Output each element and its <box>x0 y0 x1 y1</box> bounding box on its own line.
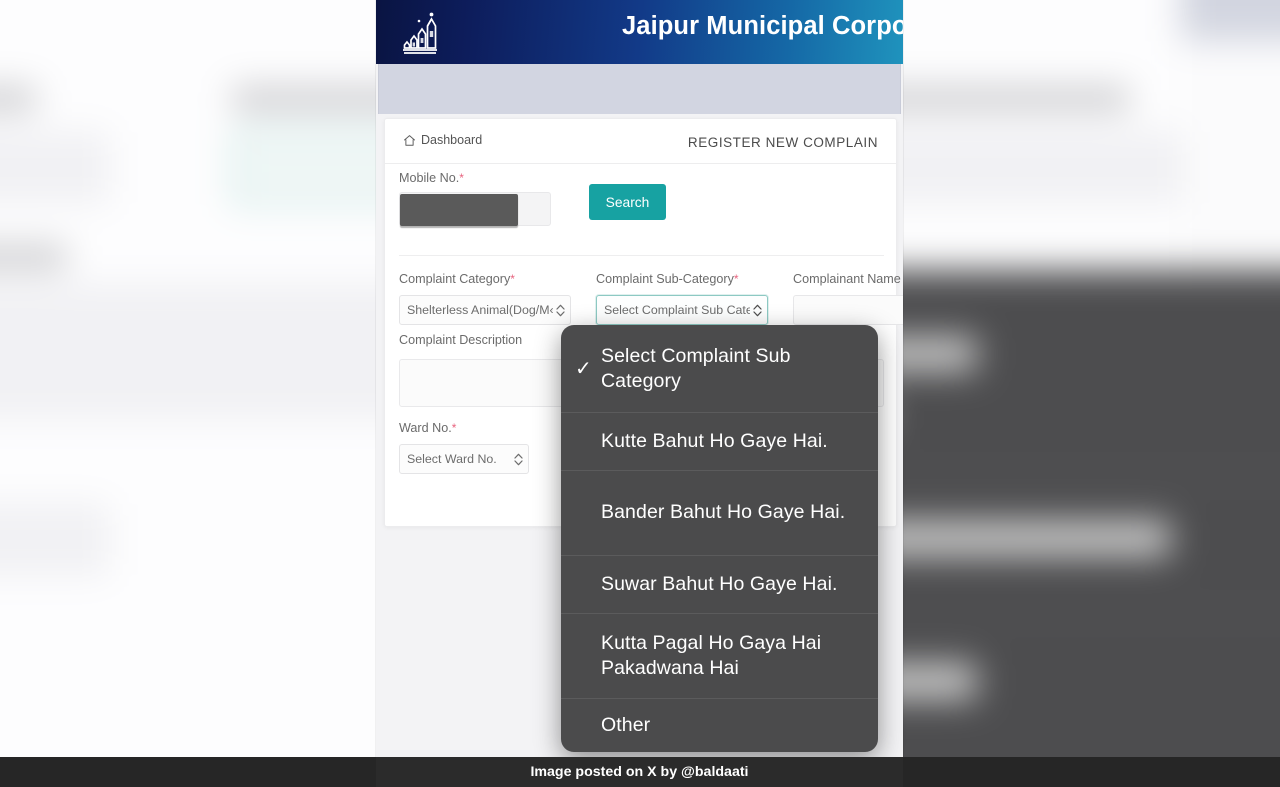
card-divider <box>399 255 884 256</box>
breadcrumb[interactable]: Dashboard <box>403 133 482 147</box>
app-title: Jaipur Municipal Corporation <box>622 12 903 40</box>
dropdown-option-label: Bander Bahut Ho Gaye Hai. <box>601 501 846 523</box>
home-icon <box>403 134 416 147</box>
dropdown-option-label: Select Complaint Sub Category <box>601 344 791 392</box>
complaint-category-value: Shelterless Animal(Dog/M« <box>407 303 553 317</box>
dropdown-option-label: Suwar Bahut Ho Gaye Hai. <box>601 572 838 595</box>
complaint-sub-category-select[interactable]: Select Complaint Sub Cate <box>596 295 768 325</box>
dropdown-option-suwar-bahut-ho-gaye-hai[interactable]: ✓ Suwar Bahut Ho Gaye Hai. <box>561 555 878 613</box>
dropdown-option-kutte-bahut-ho-gaye-hai[interactable]: ✓ Kutte Bahut Ho Gaye Hai. <box>561 412 878 470</box>
dropdown-option-label: Kutta Pagal Ho Gaya Hai Pakadwana Hai <box>601 631 822 679</box>
complainant-name-input[interactable] <box>793 295 903 325</box>
ward-no-label: Ward No.* <box>399 421 457 435</box>
page-title: REGISTER NEW COMPLAIN <box>687 135 878 150</box>
header-band <box>378 64 901 114</box>
chevron-updown-icon <box>513 452 524 467</box>
complaint-sub-category-label: Complaint Sub-Category* <box>596 272 739 286</box>
dropdown-option-kutta-pagal-ho-gaya-hai-pakadwana-hai[interactable]: ✓ Kutta Pagal Ho Gaya Hai Pakadwana Hai <box>561 613 878 698</box>
complainant-name-label: Complainant Name <box>793 272 901 286</box>
mobile-no-label: Mobile No.* <box>399 171 464 185</box>
app-header: Jaipur Municipal Corporation <box>376 0 903 64</box>
breadcrumb-label: Dashboard <box>421 133 483 147</box>
blurred-label <box>0 244 67 270</box>
dropdown-option-label: Kutte Bahut Ho Gaye Hai. <box>601 429 828 452</box>
dropdown-option-select-complaint-sub-category[interactable]: ✓ Select Complaint Sub Category <box>561 325 878 412</box>
ward-no-select[interactable]: Select Ward No. <box>399 444 529 474</box>
required-asterisk: * <box>451 421 457 435</box>
chevron-updown-icon <box>555 303 566 318</box>
mobile-no-redaction <box>400 194 518 226</box>
required-asterisk: * <box>510 272 515 286</box>
caption-bar: Image posted on X by @baldaati <box>376 757 903 787</box>
card-divider <box>385 163 896 164</box>
mobile-no-input[interactable] <box>399 192 551 226</box>
checkmark-icon: ✓ <box>575 357 592 380</box>
complaint-category-select[interactable]: Shelterless Animal(Dog/M« <box>399 295 571 325</box>
complaint-description-label: Complaint Description <box>399 333 523 347</box>
blurred-label <box>0 86 37 112</box>
required-asterisk: * <box>733 272 739 286</box>
blurred-field <box>0 504 108 575</box>
caption-bar-right-filler <box>903 757 1280 787</box>
screenshot-stage: Jaipur Municipal Corporation Dashboard R… <box>0 0 1280 787</box>
dropdown-option-bander-bahut-ho-gaye-hai[interactable]: ✓ Bander Bahut Ho Gaye Hai. <box>561 470 878 555</box>
dropdown-option-other[interactable]: ✓ Other <box>561 698 878 752</box>
caption-bar-left-filler <box>0 757 376 787</box>
complaint-sub-category-value: Select Complaint Sub Cate <box>604 303 750 317</box>
jaipur-municipal-corporation-logo <box>398 7 444 57</box>
ward-no-value: Select Ward No. <box>407 452 497 466</box>
complaint-category-label: Complaint Category* <box>399 272 515 286</box>
chevron-updown-icon <box>752 303 763 318</box>
complaint-sub-category-dropdown[interactable]: ✓ Select Complaint Sub Category ✓ Kutte … <box>561 325 878 752</box>
dropdown-option-label: Other <box>601 713 651 736</box>
required-asterisk: * <box>459 171 464 185</box>
search-button[interactable]: Search <box>589 184 666 220</box>
blurred-field <box>0 132 108 202</box>
